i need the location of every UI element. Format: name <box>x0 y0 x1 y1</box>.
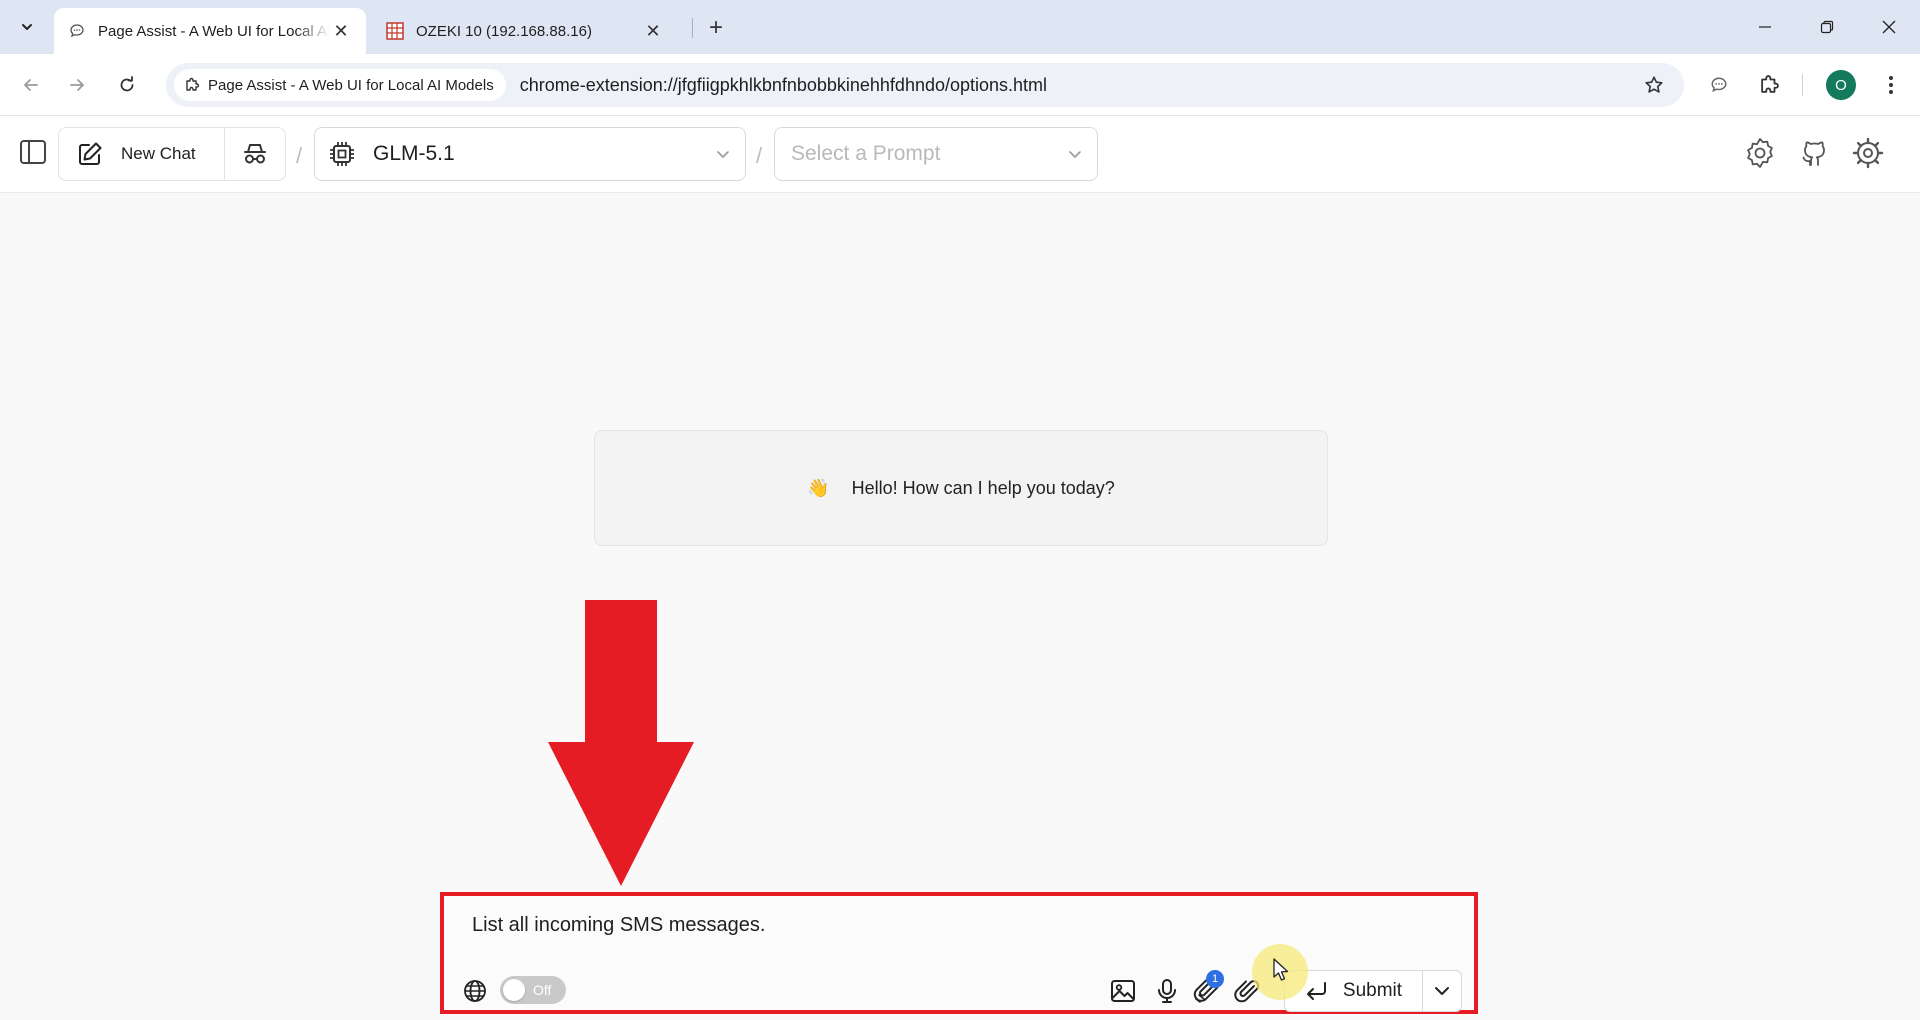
tab-page-assist[interactable]: Page Assist - A Web UI for Local AI Mode… <box>54 8 366 54</box>
close-window-button[interactable] <box>1858 0 1920 54</box>
sidebar-toggle-button[interactable] <box>16 135 50 169</box>
app-header: New Chat / GLM-5.1 / Select a Prompt <box>0 117 1920 193</box>
model-select-value: GLM-5.1 <box>373 142 455 165</box>
restore-icon <box>1820 20 1834 34</box>
greeting-text: Hello! How can I help you today? <box>851 477 1115 498</box>
greeting-card: 👋 Hello! How can I help you today? <box>594 430 1328 546</box>
tab-search-button[interactable] <box>10 10 44 44</box>
settings-button[interactable] <box>1850 135 1886 171</box>
temporary-chat-button[interactable] <box>225 128 285 180</box>
extension-puzzle-icon <box>184 77 200 93</box>
github-icon <box>1802 141 1825 166</box>
arrow-right-icon <box>70 79 84 91</box>
close-icon <box>1882 20 1896 34</box>
tab-separator <box>692 18 693 38</box>
url-text: chrome-extension://jfgfiigpkhlkbnfnbobbk… <box>519 74 1048 95</box>
upload-image-button[interactable] <box>1108 976 1138 1006</box>
more-menu-icon[interactable] <box>1874 68 1908 102</box>
chevron-down-icon <box>1435 987 1449 995</box>
bookmark-star-icon[interactable] <box>1642 73 1666 97</box>
cpu-chip-icon <box>329 141 355 167</box>
tab-title: OZEKI 10 (192.168.88.16) <box>416 22 592 40</box>
browser-tab-bar: Page Assist - A Web UI for Local AI Mode… <box>0 0 1920 54</box>
browser-toolbar: Page Assist - A Web UI for Local AI Mode… <box>0 54 1920 116</box>
cog-icon <box>1747 138 1773 168</box>
new-chat-button[interactable]: New Chat <box>59 128 225 180</box>
submit-options-dropdown[interactable] <box>1423 971 1461 1011</box>
web-search-globe-icon[interactable] <box>462 978 488 1004</box>
annotation-arrow <box>548 600 694 886</box>
chevron-down-icon <box>1069 151 1081 158</box>
header-separator: / <box>296 143 303 168</box>
enter-return-icon <box>1306 982 1326 1000</box>
chevron-down-icon <box>22 24 32 30</box>
wave-emoji: 👋 <box>807 477 830 498</box>
github-button[interactable] <box>1796 135 1832 171</box>
message-input[interactable]: List all incoming SMS messages. <box>472 914 765 937</box>
model-select[interactable]: GLM-5.1 <box>314 127 746 181</box>
chat-extension-icon[interactable] <box>1702 68 1736 102</box>
tab-title: Page Assist - A Web UI for Local AI Mode… <box>98 22 330 40</box>
tab-ozeki[interactable]: OZEKI 10 (192.168.88.16) ✕ <box>372 8 678 54</box>
back-button[interactable] <box>14 68 48 102</box>
knowledge-count-badge: 1 <box>1206 970 1224 988</box>
toolbar-divider <box>1802 74 1803 96</box>
restore-button[interactable] <box>1796 0 1858 54</box>
new-chat-label: New Chat <box>121 144 196 163</box>
microphone-icon <box>1158 979 1176 1003</box>
chat-bubble-icon <box>68 22 86 40</box>
sidebar-icon <box>20 140 46 164</box>
extensions-puzzle-icon[interactable] <box>1752 68 1786 102</box>
ollama-settings-button[interactable] <box>1742 135 1778 171</box>
web-search-toggle[interactable]: Off <box>500 976 566 1004</box>
chevron-down-icon <box>717 151 729 158</box>
composer-toolbar: Off Submit <box>444 970 1474 1012</box>
profile-avatar[interactable]: O <box>1826 70 1856 100</box>
minimize-icon <box>1759 26 1771 28</box>
message-composer[interactable]: List all incoming SMS messages. Off Subm… <box>440 892 1478 1014</box>
image-icon <box>1111 980 1135 1002</box>
toggle-state-label: Off <box>533 982 552 998</box>
arrow-left-icon <box>24 79 38 91</box>
prompt-select-placeholder: Select a Prompt <box>791 142 941 165</box>
edit-icon <box>79 142 102 165</box>
voice-input-button[interactable] <box>1152 976 1182 1006</box>
ozeki-grid-icon <box>386 22 404 40</box>
mouse-cursor-icon <box>1273 958 1289 981</box>
omnibox[interactable]: Page Assist - A Web UI for Local AI Mode… <box>166 63 1684 107</box>
close-tab-icon[interactable]: ✕ <box>642 20 664 42</box>
close-tab-icon[interactable]: ✕ <box>330 20 352 42</box>
header-separator: / <box>756 143 763 168</box>
submit-label: Submit <box>1342 980 1403 1001</box>
site-info-chip[interactable]: Page Assist - A Web UI for Local AI Mode… <box>174 69 506 101</box>
prompt-select[interactable]: Select a Prompt <box>774 127 1098 181</box>
submit-group: Submit <box>1284 970 1462 1012</box>
reload-icon <box>120 76 134 92</box>
new-chat-group: New Chat <box>58 127 286 181</box>
minimize-button[interactable] <box>1734 0 1796 54</box>
new-tab-button[interactable]: + <box>700 12 732 44</box>
gear-icon <box>1852 137 1884 169</box>
forward-button[interactable] <box>60 68 94 102</box>
incognito-icon <box>244 144 266 164</box>
toggle-knob <box>503 979 525 1001</box>
reload-button[interactable] <box>110 68 144 102</box>
site-chip-label: Page Assist - A Web UI for Local AI Mode… <box>208 76 494 94</box>
